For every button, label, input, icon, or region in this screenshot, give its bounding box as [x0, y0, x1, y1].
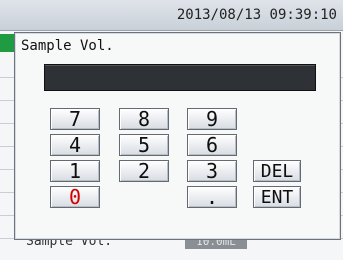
key-4[interactable]: 4 [50, 133, 100, 157]
key-9[interactable]: 9 [187, 107, 237, 131]
key-1[interactable]: 1 [50, 159, 100, 183]
enter-button[interactable]: ENT [253, 186, 301, 208]
key-0[interactable]: 0 [50, 185, 100, 209]
status-bar: 2013/08/13 09:39:10 [0, 0, 343, 31]
key-7[interactable]: 7 [50, 107, 100, 131]
date-time-display: 2013/08/13 09:39:10 [176, 7, 337, 23]
key-6[interactable]: 6 [187, 133, 237, 157]
screen-frame: 2013/08/13 09:39:10 Sample Vol. 10.0mL S… [0, 0, 343, 260]
delete-button[interactable]: DEL [253, 160, 301, 182]
dialog-title: Sample Vol. [21, 38, 114, 54]
value-display [44, 64, 316, 91]
key-8[interactable]: 8 [119, 107, 169, 131]
background-green-strip [0, 34, 14, 52]
key-2[interactable]: 2 [119, 159, 169, 183]
numeric-input-dialog: Sample Vol. 7 8 9 4 5 6 1 2 3 DEL 0 . EN… [14, 32, 341, 240]
key-5[interactable]: 5 [119, 133, 169, 157]
key-3[interactable]: 3 [187, 159, 237, 183]
key-decimal-point[interactable]: . [187, 185, 237, 209]
